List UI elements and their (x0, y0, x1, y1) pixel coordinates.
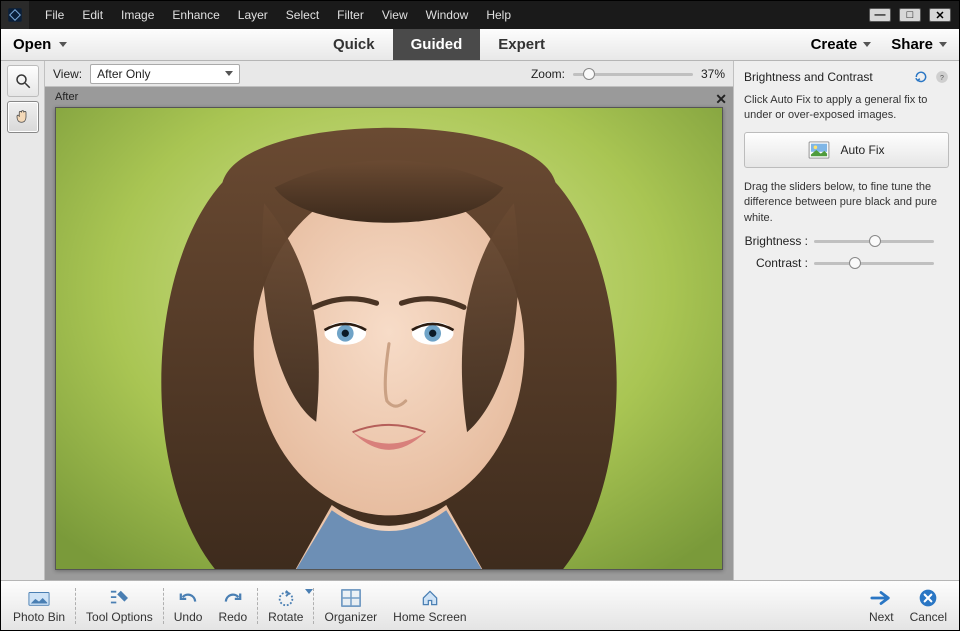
document-canvas[interactable] (55, 107, 723, 570)
create-menu[interactable]: Create (811, 36, 872, 53)
share-label: Share (891, 36, 933, 53)
mode-bar: Open Quick Guided Expert Create Share (1, 29, 959, 61)
zoom-tool[interactable] (7, 65, 39, 97)
close-document-button[interactable]: ✕ (715, 91, 727, 108)
next-button[interactable]: Next (861, 583, 902, 629)
undo-icon (177, 587, 199, 609)
open-label: Open (13, 36, 51, 53)
chevron-down-icon (225, 71, 233, 76)
rotate-icon (275, 587, 297, 609)
hand-tool[interactable] (7, 101, 39, 133)
main-menu: File Edit Image Enhance Layer Select Fil… (37, 3, 519, 27)
brightness-slider[interactable] (814, 234, 934, 248)
menu-file[interactable]: File (37, 3, 72, 27)
redo-icon (222, 587, 244, 609)
contrast-label: Contrast : (744, 256, 808, 270)
app-window: File Edit Image Enhance Layer Select Fil… (0, 0, 960, 631)
zoom-value: 37% (701, 67, 725, 81)
home-icon (419, 587, 441, 609)
bottom-bar: Photo Bin Tool Options Undo Redo Rotate … (1, 580, 959, 630)
open-menu[interactable]: Open (1, 29, 79, 60)
home-screen-button[interactable]: Home Screen (385, 583, 474, 629)
tool-column (1, 61, 45, 580)
organizer-button[interactable]: Organizer (316, 583, 385, 629)
arrow-right-icon (870, 587, 892, 609)
canvas-area: After ✕ (45, 87, 733, 580)
auto-fix-button[interactable]: Auto Fix (744, 132, 949, 168)
maximize-button[interactable]: □ (899, 8, 921, 22)
contrast-slider[interactable] (814, 256, 934, 270)
close-button[interactable]: ✕ (929, 8, 951, 22)
body: View: After Only Zoom: 37% After ✕ (1, 61, 959, 580)
menu-help[interactable]: Help (478, 3, 519, 27)
menu-filter[interactable]: Filter (329, 3, 372, 27)
app-logo (1, 1, 29, 29)
rotate-button[interactable]: Rotate (260, 583, 311, 629)
tab-expert[interactable]: Expert (480, 29, 563, 60)
cancel-icon (917, 587, 939, 609)
mode-tabs: Quick Guided Expert (315, 29, 563, 60)
zoom-slider[interactable] (573, 67, 693, 81)
photo-bin-button[interactable]: Photo Bin (5, 583, 73, 629)
view-dropdown[interactable]: After Only (90, 64, 240, 84)
undo-button[interactable]: Undo (166, 583, 211, 629)
photo-placeholder (56, 108, 722, 569)
menu-edit[interactable]: Edit (74, 3, 111, 27)
reset-icon[interactable] (913, 70, 929, 84)
view-bar: View: After Only Zoom: 37% (45, 61, 733, 87)
panel-title: Brightness and Contrast (744, 70, 873, 84)
window-controls: — □ ✕ (869, 8, 959, 22)
menu-view[interactable]: View (374, 3, 416, 27)
after-label: After (55, 91, 78, 103)
organizer-icon (340, 587, 362, 609)
tool-options-icon (108, 587, 130, 609)
center-panel: View: After Only Zoom: 37% After ✕ (45, 61, 733, 580)
tab-guided[interactable]: Guided (393, 29, 481, 60)
menu-layer[interactable]: Layer (230, 3, 276, 27)
tool-options-button[interactable]: Tool Options (78, 583, 161, 629)
share-menu[interactable]: Share (891, 36, 947, 53)
brightness-label: Brightness : (744, 234, 808, 248)
title-bar: File Edit Image Enhance Layer Select Fil… (1, 1, 959, 29)
menu-select[interactable]: Select (278, 3, 327, 27)
view-value: After Only (97, 67, 150, 81)
slider-thumb[interactable] (583, 68, 595, 80)
menu-image[interactable]: Image (113, 3, 162, 27)
redo-button[interactable]: Redo (210, 583, 255, 629)
help-icon[interactable]: ? (935, 70, 949, 84)
auto-fix-label: Auto Fix (840, 143, 884, 157)
chevron-down-icon (939, 42, 947, 47)
svg-text:?: ? (940, 75, 944, 82)
magnifier-icon (14, 72, 32, 90)
chevron-down-icon (863, 42, 871, 47)
create-label: Create (811, 36, 858, 53)
minimize-button[interactable]: — (869, 8, 891, 22)
tab-quick[interactable]: Quick (315, 29, 393, 60)
zoom-label: Zoom: (531, 67, 565, 81)
hand-icon (14, 108, 32, 126)
hint-autofix: Click Auto Fix to apply a general fix to… (744, 93, 949, 124)
right-panel: Brightness and Contrast ? Click Auto Fix… (733, 61, 959, 580)
slider-thumb[interactable] (849, 257, 861, 269)
chevron-down-icon (305, 589, 313, 594)
hint-sliders: Drag the sliders below, to fine tune the… (744, 180, 949, 226)
menu-enhance[interactable]: Enhance (164, 3, 227, 27)
picture-icon (808, 141, 830, 159)
menu-window[interactable]: Window (418, 3, 477, 27)
cancel-button[interactable]: Cancel (902, 583, 955, 629)
view-label: View: (53, 67, 82, 81)
chevron-down-icon (59, 42, 67, 47)
slider-thumb[interactable] (869, 235, 881, 247)
photo-bin-icon (28, 587, 50, 609)
